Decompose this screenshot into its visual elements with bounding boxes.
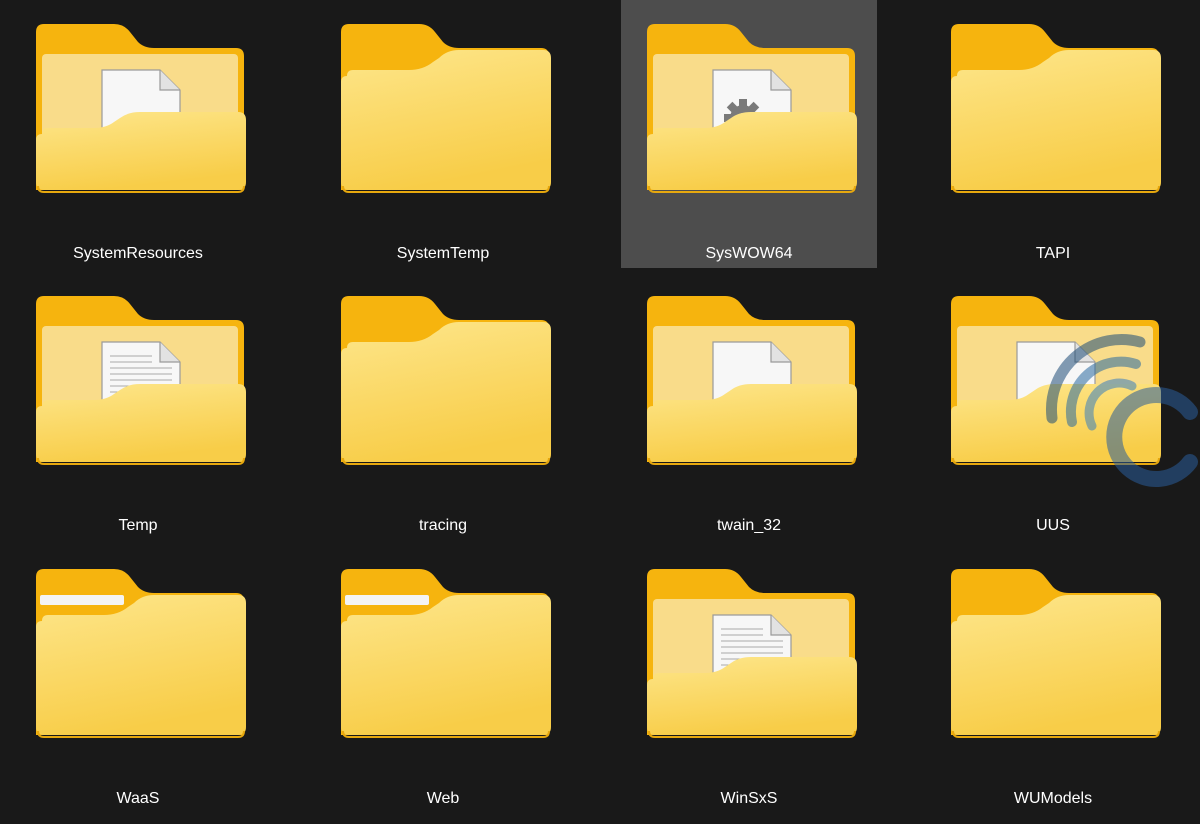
folder-icon	[341, 569, 551, 738]
folder-name-label: WinSxS	[720, 790, 778, 807]
folder-item[interactable]: tracing	[315, 272, 571, 540]
folder-name-label: UUS	[1036, 517, 1070, 534]
folder-name-label: Temp	[118, 517, 158, 534]
folder-icon	[36, 24, 246, 193]
folder-item[interactable]: SystemTemp	[315, 0, 571, 268]
folder-item[interactable]: twain_32	[621, 272, 877, 540]
folder-item[interactable]: Temp	[10, 272, 266, 540]
folder-name-label: WaaS	[116, 790, 160, 807]
folder-icon	[647, 569, 857, 738]
folder-icon	[341, 296, 551, 465]
folder-item[interactable]: WinSxS	[621, 545, 877, 813]
folder-name-label: SysWOW64	[705, 245, 793, 262]
folder-icon	[951, 24, 1161, 193]
folder-item[interactable]: WUModels	[925, 545, 1181, 813]
paper-sheet-icon	[40, 595, 124, 605]
paper-sheet-icon	[345, 595, 429, 605]
folder-icon	[36, 569, 246, 738]
folder-name-label: tracing	[418, 517, 468, 534]
folder-item[interactable]: SystemResources	[10, 0, 266, 268]
folder-item[interactable]: TAPI	[925, 0, 1181, 268]
folder-item[interactable]: SysWOW64	[621, 0, 877, 268]
folder-name-label: Web	[426, 790, 460, 807]
folder-name-label: SystemTemp	[396, 245, 490, 262]
watermark-logo-icon	[1040, 330, 1200, 490]
folder-icon	[36, 296, 246, 465]
folder-name-label: WUModels	[1013, 790, 1093, 807]
folder-item[interactable]: WaaS	[10, 545, 266, 813]
folder-icon	[647, 24, 857, 193]
folder-name-label: TAPI	[1035, 245, 1071, 262]
folder-icon	[341, 24, 551, 193]
folder-name-label: SystemResources	[73, 245, 203, 262]
folder-icon	[951, 569, 1161, 738]
file-grid: SystemResources SystemTemp SysWOW64 TAPI Tem…	[0, 0, 1200, 824]
folder-icon	[647, 296, 857, 465]
folder-name-label: twain_32	[716, 517, 782, 534]
folder-item[interactable]: Web	[315, 545, 571, 813]
